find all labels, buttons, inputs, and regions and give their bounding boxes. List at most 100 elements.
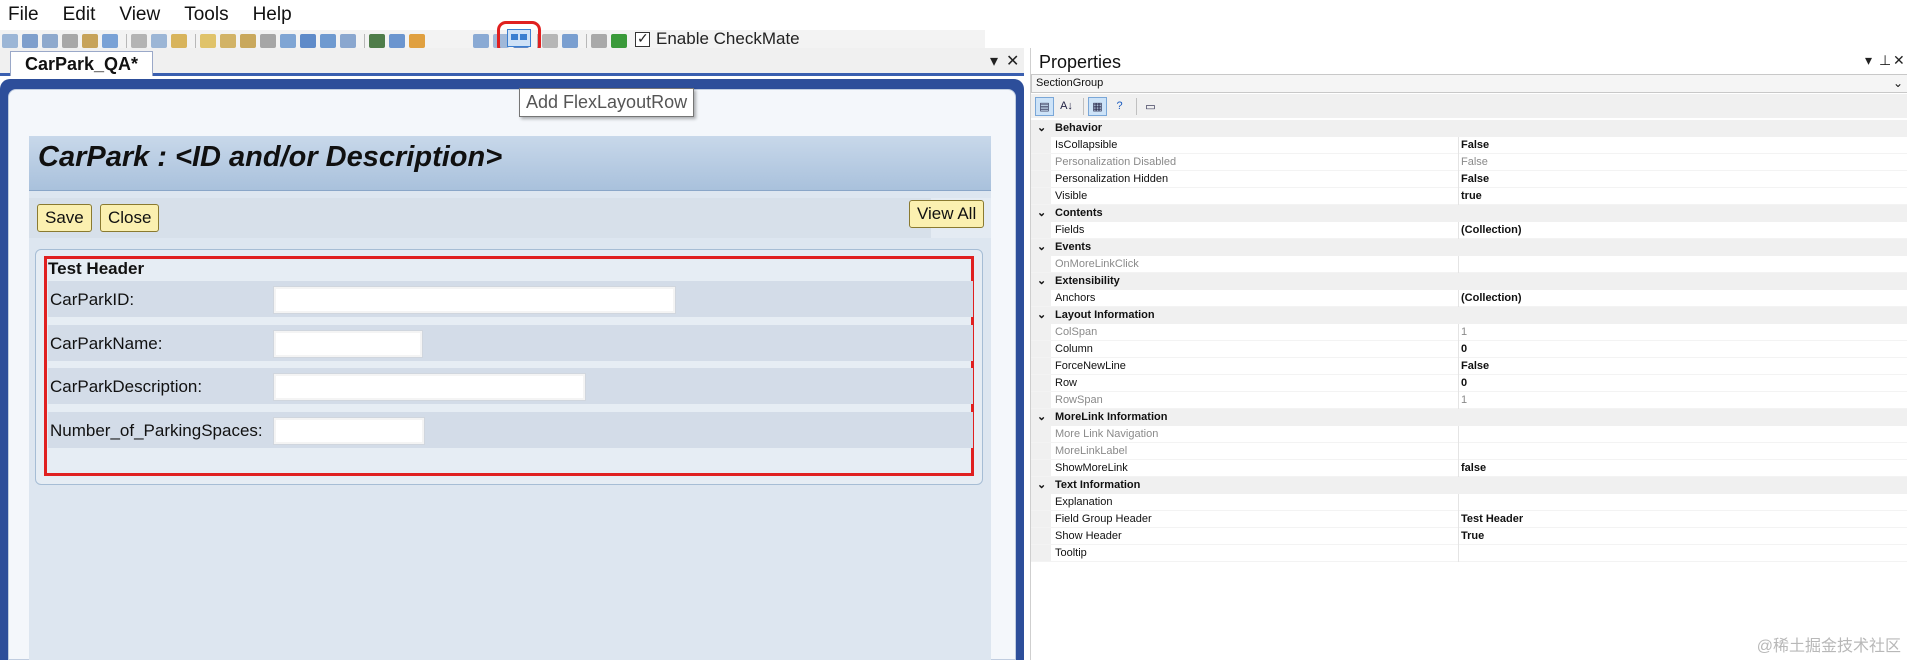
property-row[interactable]: Fields (Collection) [1031,222,1907,239]
collapse-icon[interactable]: ⌄ [1037,274,1046,287]
play-icon[interactable] [611,34,627,48]
menu-file[interactable]: File [8,4,39,26]
property-value[interactable]: 1 [1461,326,1467,338]
tab-list-dropdown-icon[interactable]: ▾ [990,51,998,71]
component-icon[interactable] [240,34,256,48]
property-value[interactable]: Test Header [1461,513,1523,525]
property-value[interactable]: False [1461,139,1489,151]
close-button[interactable]: Close [100,204,160,232]
property-category[interactable]: ⌄ Behavior [1031,120,1907,137]
property-row[interactable]: Visible true [1031,188,1907,205]
save-all-icon[interactable] [62,34,78,48]
property-category[interactable]: ⌄ MoreLink Information [1031,409,1907,426]
clock-icon[interactable] [320,34,336,48]
layout-icon[interactable] [280,34,296,48]
copy-icon[interactable] [151,34,167,48]
property-value[interactable]: (Collection) [1461,292,1522,304]
preview-icon[interactable] [102,34,118,48]
property-pages-icon[interactable]: ▭ [1141,97,1160,116]
property-row[interactable]: Anchors (Collection) [1031,290,1907,307]
collapse-icon[interactable]: ⌄ [1037,121,1046,134]
property-row[interactable]: IsCollapsible False [1031,137,1907,154]
carparkid-input[interactable] [273,286,676,314]
property-value[interactable]: 1 [1461,394,1467,406]
cut-icon[interactable] [131,34,147,48]
collapse-icon[interactable]: ⌄ [1037,308,1046,321]
form-icon[interactable] [220,34,236,48]
enable-checkmate-toggle[interactable]: Enable CheckMate [635,30,800,48]
open-icon[interactable] [22,34,38,48]
close-icon[interactable]: ✕ [1893,52,1905,69]
tab-carpark-qa[interactable]: CarPark_QA* [10,51,154,76]
checkbox-checked-icon[interactable] [635,30,650,47]
save-button[interactable]: Save [37,204,92,232]
property-row[interactable]: Personalization Disabled False [1031,154,1907,171]
number-of-parkingspaces-input[interactable] [273,417,425,445]
menu-help[interactable]: Help [253,4,292,26]
property-value[interactable]: (Collection) [1461,224,1522,236]
folder-icon[interactable] [200,34,216,48]
property-value[interactable]: false [1461,462,1486,474]
collapse-icon[interactable]: ⌄ [1037,478,1046,491]
property-row[interactable]: Personalization Hidden False [1031,171,1907,188]
carparkdescription-input[interactable] [273,373,586,401]
property-row[interactable]: OnMoreLinkClick [1031,256,1907,273]
new-icon[interactable] [2,34,18,48]
pin-icon[interactable]: ⊥ [1879,52,1891,69]
help-icon[interactable]: ? [1110,97,1129,116]
settings-icon[interactable] [260,34,276,48]
report-icon[interactable] [340,34,356,48]
property-value[interactable]: False [1461,360,1489,372]
publish-icon[interactable] [591,34,607,48]
menu-view[interactable]: View [119,4,160,26]
property-value[interactable]: True [1461,530,1484,542]
paste-icon[interactable] [171,34,187,48]
document-icon[interactable] [542,34,558,48]
property-row[interactable]: ForceNewLine False [1031,358,1907,375]
property-category[interactable]: ⌄ Layout Information [1031,307,1907,324]
collapse-icon[interactable]: ⌄ [1037,410,1046,423]
run-icon[interactable] [409,34,425,48]
properties-icon[interactable]: ▦ [1088,96,1107,116]
categorized-icon[interactable]: ▤ [1035,96,1054,116]
wizard-icon[interactable] [562,34,578,48]
property-value[interactable]: 0 [1461,377,1467,389]
property-category[interactable]: ⌄ Extensibility [1031,273,1907,290]
property-row[interactable]: ShowMoreLink false [1031,460,1907,477]
property-value[interactable]: False [1461,173,1489,185]
property-category[interactable]: ⌄ Text Information [1031,477,1907,494]
menu-edit[interactable]: Edit [63,4,96,26]
property-name: Anchors [1055,292,1096,304]
build-icon[interactable] [369,34,385,48]
refresh-icon[interactable] [389,34,405,48]
alphabetical-icon[interactable]: A↓ [1057,97,1076,116]
collapse-icon[interactable]: ⌄ [1037,240,1046,253]
edit-icon[interactable] [82,34,98,48]
object-selector[interactable]: SectionGroup ⌄ [1031,74,1907,93]
property-row[interactable]: More Link Navigation [1031,426,1907,443]
property-row[interactable]: Explanation [1031,494,1907,511]
window-icon[interactable] [300,34,316,48]
property-category[interactable]: ⌄ Contents [1031,205,1907,222]
property-value[interactable]: False [1461,156,1488,168]
panel-dropdown-icon[interactable]: ▾ [1865,52,1872,69]
property-row[interactable]: Show Header True [1031,528,1907,545]
property-value[interactable]: 0 [1461,343,1467,355]
property-row[interactable]: Column 0 [1031,341,1907,358]
menu-tools[interactable]: Tools [184,4,228,26]
property-row[interactable]: RowSpan 1 [1031,392,1907,409]
carparkname-input[interactable] [273,330,423,358]
close-tab-icon[interactable]: ✕ [1006,51,1019,71]
property-category[interactable]: ⌄ Events [1031,239,1907,256]
view-all-button[interactable]: View All [909,200,985,228]
property-row[interactable]: MoreLinkLabel [1031,443,1907,460]
section-group[interactable]: Test Header CarParkID: CarParkName: CarP… [35,249,983,485]
save-icon[interactable] [42,34,58,48]
add-column-icon[interactable] [473,34,489,48]
property-row[interactable]: Field Group Header Test Header [1031,511,1907,528]
property-row[interactable]: Tooltip [1031,545,1907,562]
property-row[interactable]: ColSpan 1 [1031,324,1907,341]
property-value[interactable]: true [1461,190,1482,202]
property-row[interactable]: Row 0 [1031,375,1907,392]
collapse-icon[interactable]: ⌄ [1037,206,1046,219]
